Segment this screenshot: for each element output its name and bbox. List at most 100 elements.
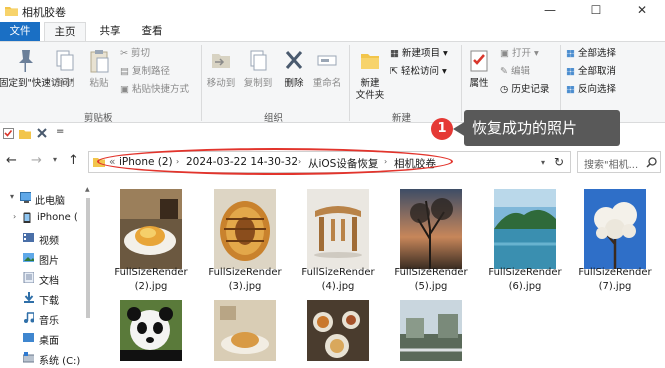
rename-button[interactable]: 重命名: [310, 48, 344, 90]
file-thumbnail[interactable]: [307, 189, 369, 269]
recent-locations-chevron-icon[interactable]: ▾: [53, 155, 57, 164]
nav-item-videos[interactable]: 视频: [0, 228, 84, 248]
move-to-icon: [212, 54, 230, 68]
food-photo: [214, 300, 276, 361]
tab-home[interactable]: 主页: [44, 22, 86, 42]
scrollbar-thumb[interactable]: [86, 198, 90, 318]
open-button[interactable]: ▣ 打开 ▾: [500, 48, 539, 60]
scissors-icon: ✂: [120, 48, 131, 59]
navigation-scrollbar[interactable]: ▲: [84, 184, 92, 361]
file-thumbnail[interactable]: [120, 300, 182, 361]
file-thumbnail[interactable]: [400, 300, 462, 361]
rename-icon: [317, 55, 337, 66]
file-name-label[interactable]: FullSizeRender (3).jpg: [197, 266, 293, 294]
maximize-button[interactable]: ☐: [573, 0, 619, 22]
folder-icon[interactable]: [19, 128, 31, 139]
copy-path-button[interactable]: ▤ 复制路径: [120, 66, 170, 78]
easy-access-button[interactable]: ⇱ 轻松访问 ▾: [390, 66, 447, 78]
invert-selection-button[interactable]: ▦ 反向选择: [566, 84, 616, 96]
file-thumbnail[interactable]: [214, 189, 276, 269]
pin-icon: [19, 50, 33, 72]
scroll-up-icon[interactable]: ▲: [85, 186, 90, 193]
organize-group-label: 组织: [264, 113, 284, 124]
highlight-ellipse: [97, 148, 453, 175]
address-dropdown-chevron-icon[interactable]: ▾: [541, 158, 545, 167]
blossom-tree-photo: [584, 189, 646, 269]
video-folder-icon: [23, 233, 34, 242]
title-bar: 相机胶卷 — ☐ ✕: [0, 0, 665, 22]
file-thumbnail[interactable]: [307, 300, 369, 361]
new-folder-button[interactable]: 新建 文件夹: [352, 48, 388, 102]
nav-item-this-pc[interactable]: ▾ 此电脑: [0, 188, 84, 208]
up-button[interactable]: ↑: [68, 153, 79, 168]
delete-button[interactable]: 删除: [280, 48, 308, 90]
search-box[interactable]: 搜索"相机...: [577, 151, 661, 173]
easy-access-icon: ⇱: [390, 66, 401, 77]
copy-button[interactable]: 复制: [50, 48, 80, 90]
properties-icon: [470, 50, 488, 72]
search-icon: [646, 157, 657, 168]
nav-item-system-drive[interactable]: 系统 (C:): [0, 348, 84, 368]
copy-to-button[interactable]: 复制到: [241, 48, 275, 90]
sunset-tree-photo: [400, 189, 462, 269]
file-name-label[interactable]: FullSizeRender (7).jpg: [567, 266, 663, 294]
nav-item-desktop[interactable]: 桌面: [0, 328, 84, 348]
search-placeholder: 搜索"相机...: [584, 160, 639, 171]
chevron-right-icon[interactable]: ›: [13, 212, 16, 221]
new-item-button[interactable]: ▦ 新建项目 ▾: [390, 48, 448, 60]
music-folder-icon: [24, 312, 34, 323]
file-thumbnail[interactable]: [584, 189, 646, 269]
move-to-button[interactable]: 移动到: [204, 48, 238, 90]
file-thumbnail[interactable]: [120, 189, 182, 269]
file-name-label[interactable]: FullSizeRender (6).jpg: [477, 266, 573, 294]
copy-path-icon: ▤: [120, 66, 132, 77]
properties-button[interactable]: 属性: [464, 48, 494, 90]
pin-quick-access-button[interactable]: 固定到"快速访问": [0, 48, 74, 90]
delete-icon: [285, 51, 303, 69]
edit-button[interactable]: ✎ 编辑: [500, 66, 530, 78]
refresh-button[interactable]: ↻: [554, 155, 564, 169]
paste-shortcut-button[interactable]: ▣ 粘贴快捷方式: [120, 84, 189, 96]
file-thumbnail[interactable]: [494, 189, 556, 269]
new-folder-icon: [361, 54, 379, 69]
downloads-folder-icon: [24, 292, 34, 303]
window-title: 相机胶卷: [22, 6, 66, 19]
select-all-icon: ▦: [566, 48, 578, 59]
paste-button[interactable]: 粘贴: [82, 48, 116, 90]
file-name-label[interactable]: FullSizeRender (4).jpg: [290, 266, 386, 294]
select-none-button[interactable]: ▦ 全部取消: [566, 66, 616, 78]
file-thumbnail[interactable]: [214, 300, 276, 361]
ribbon-tabs: 文件 主页 共享 查看: [0, 22, 665, 42]
chevron-down-icon[interactable]: ▾: [10, 192, 14, 201]
delete-icon[interactable]: [37, 128, 47, 138]
nav-item-documents[interactable]: 文档: [0, 268, 84, 288]
chevron-down-icon: ▾: [439, 66, 447, 77]
new-group-label: 新建: [392, 113, 412, 124]
nav-item-downloads[interactable]: 下载: [0, 288, 84, 308]
group-divider: [201, 45, 202, 121]
chevron-down-icon: ▾: [531, 48, 539, 59]
clipboard-group-label: 剪贴板: [84, 113, 113, 124]
nav-item-music[interactable]: 音乐: [0, 308, 84, 328]
history-button[interactable]: ◷ 历史记录: [500, 84, 549, 96]
lake-photo: [494, 189, 556, 269]
nav-item-iphone[interactable]: › iPhone (: [0, 208, 84, 228]
back-button[interactable]: ←: [6, 153, 17, 168]
forward-button[interactable]: →: [31, 153, 42, 168]
select-all-button[interactable]: ▦ 全部选择: [566, 48, 616, 60]
tab-view[interactable]: 查看: [136, 22, 168, 42]
dinner-table-photo: [307, 300, 369, 361]
tab-file[interactable]: 文件: [0, 22, 40, 42]
drive-icon: [23, 352, 34, 363]
qat-customize-dropdown[interactable]: =: [56, 126, 64, 137]
file-thumbnail[interactable]: [400, 189, 462, 269]
cut-button[interactable]: ✂ 剪切: [120, 48, 150, 60]
tab-share[interactable]: 共享: [94, 22, 126, 42]
file-name-label[interactable]: FullSizeRender (2).jpg: [103, 266, 199, 294]
properties-check-icon[interactable]: [3, 128, 14, 139]
file-name-label[interactable]: FullSizeRender (5).jpg: [383, 266, 479, 294]
nav-item-pictures[interactable]: 图片: [0, 248, 84, 268]
close-button[interactable]: ✕: [619, 0, 665, 22]
annotation-callout: 恢复成功的照片: [464, 110, 620, 146]
minimize-button[interactable]: —: [527, 0, 573, 22]
